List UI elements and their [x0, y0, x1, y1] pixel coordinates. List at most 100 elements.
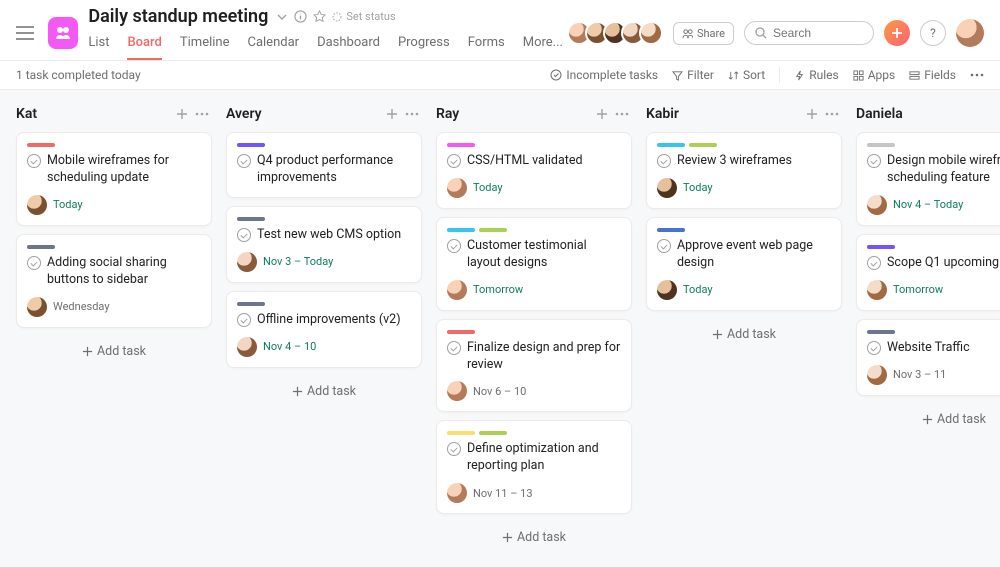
user-avatar[interactable]	[956, 19, 984, 47]
complete-checkbox[interactable]	[27, 256, 41, 270]
tag	[867, 245, 895, 249]
board: Kat Mobile wireframes for scheduling upd…	[0, 90, 1000, 567]
set-status-button[interactable]: Set status	[332, 10, 395, 23]
add-task-button[interactable]: Add task	[856, 404, 1000, 435]
complete-checkbox[interactable]	[867, 256, 881, 270]
task-card[interactable]: Mobile wireframes for scheduling update …	[16, 132, 212, 226]
task-card[interactable]: Customer testimonial layout designs Tomo…	[436, 217, 632, 311]
complete-checkbox[interactable]	[447, 341, 461, 355]
tag	[237, 302, 265, 306]
task-card[interactable]: Test new web CMS option Nov 3 – Today	[226, 206, 422, 283]
incomplete-tasks-filter[interactable]: Incomplete tasks	[550, 68, 658, 82]
share-button[interactable]: Share	[673, 22, 734, 45]
filter-icon	[672, 70, 683, 81]
task-card[interactable]: Scope Q1 upcoming work Tomorrow	[856, 234, 1000, 311]
task-card[interactable]: Design mobile wireframes scheduling feat…	[856, 132, 1000, 226]
complete-checkbox[interactable]	[657, 239, 671, 253]
task-card[interactable]: Define optimization and reporting plan N…	[436, 420, 632, 514]
column-more-button[interactable]	[822, 104, 842, 124]
task-card[interactable]: Q4 product performance improvements	[226, 132, 422, 198]
tab-list[interactable]: List	[88, 29, 109, 60]
complete-checkbox[interactable]	[237, 154, 251, 168]
column-title: Ray	[436, 106, 592, 122]
add-task-label: Add task	[937, 412, 986, 427]
complete-checkbox[interactable]	[867, 341, 881, 355]
add-task-button[interactable]: Add task	[436, 522, 632, 553]
tag	[447, 431, 475, 435]
card-tags	[447, 431, 621, 435]
complete-checkbox[interactable]	[447, 154, 461, 168]
tab-board[interactable]: Board	[127, 29, 161, 60]
complete-checkbox[interactable]	[867, 154, 881, 168]
add-task-label: Add task	[517, 530, 566, 545]
complete-checkbox[interactable]	[447, 442, 461, 456]
task-card[interactable]: Approve event web page design Today	[646, 217, 842, 311]
task-title: Adding social sharing buttons to sidebar	[47, 255, 201, 289]
info-icon[interactable]	[294, 10, 307, 23]
column-add-button[interactable]	[592, 104, 612, 124]
add-task-button[interactable]: Add task	[16, 336, 212, 367]
member-avatars[interactable]	[573, 21, 663, 45]
column-more-button[interactable]	[402, 104, 422, 124]
task-card[interactable]: Review 3 wireframes Today	[646, 132, 842, 209]
sort-button[interactable]: Sort	[728, 68, 765, 82]
card-tags	[447, 330, 621, 334]
complete-checkbox[interactable]	[657, 154, 671, 168]
task-title: Scope Q1 upcoming work	[887, 255, 1000, 272]
tab-more[interactable]: More...	[523, 29, 563, 60]
card-tags	[237, 143, 411, 147]
task-card[interactable]: Website Traffic Nov 3 – 11	[856, 319, 1000, 396]
project-title: Daily standup meeting	[88, 6, 268, 27]
bolt-icon	[794, 70, 805, 81]
apps-button[interactable]: Apps	[853, 68, 896, 82]
column-more-button[interactable]	[612, 104, 632, 124]
search-box[interactable]	[744, 21, 874, 45]
search-input[interactable]	[773, 26, 863, 40]
tab-timeline[interactable]: Timeline	[180, 29, 230, 60]
task-card[interactable]: Offline improvements (v2) Nov 4 – 10	[226, 291, 422, 368]
plus-icon	[806, 108, 818, 120]
hamburger-icon	[16, 26, 34, 40]
task-card[interactable]: Adding social sharing buttons to sidebar…	[16, 234, 212, 328]
column-more-button[interactable]	[192, 104, 212, 124]
tab-dashboard[interactable]: Dashboard	[317, 29, 380, 60]
column-add-button[interactable]	[172, 104, 192, 124]
complete-checkbox[interactable]	[237, 228, 251, 242]
main-menu-button[interactable]	[12, 19, 38, 47]
tab-progress[interactable]: Progress	[398, 29, 450, 60]
add-task-button[interactable]: Add task	[226, 376, 422, 407]
task-title: Test new web CMS option	[257, 227, 401, 244]
due-date: Nov 4 – 10	[263, 340, 316, 353]
rules-button[interactable]: Rules	[794, 68, 838, 82]
omni-add-button[interactable]	[884, 20, 910, 46]
filter-button[interactable]: Filter	[672, 68, 714, 82]
dots-icon	[825, 112, 839, 116]
tag	[447, 228, 475, 232]
assignee-avatar	[237, 337, 257, 357]
star-icon[interactable]	[313, 10, 326, 23]
task-title: CSS/HTML validated	[467, 153, 583, 170]
column-title: Avery	[226, 106, 382, 122]
complete-checkbox[interactable]	[447, 239, 461, 253]
add-task-button[interactable]: Add task	[646, 319, 842, 350]
fields-button[interactable]: Fields	[909, 68, 956, 82]
help-button[interactable]: ?	[920, 20, 946, 46]
task-title: Review 3 wireframes	[677, 153, 792, 170]
complete-checkbox[interactable]	[27, 154, 41, 168]
tag	[479, 431, 507, 435]
column: Ray CSS/HTML validated Today Customer te…	[436, 104, 632, 553]
complete-checkbox[interactable]	[237, 313, 251, 327]
chevron-down-icon[interactable]	[276, 11, 288, 23]
column-add-button[interactable]	[802, 104, 822, 124]
tab-forms[interactable]: Forms	[468, 29, 505, 60]
task-card[interactable]: Finalize design and prep for review Nov …	[436, 319, 632, 413]
tab-calendar[interactable]: Calendar	[247, 29, 299, 60]
more-toolbar-button[interactable]	[970, 73, 984, 77]
card-tags	[447, 143, 621, 147]
task-title: Mobile wireframes for scheduling update	[47, 153, 201, 187]
due-date: Nov 11 – 13	[473, 487, 533, 500]
completion-status: 1 task completed today	[16, 68, 536, 82]
column-add-button[interactable]	[382, 104, 402, 124]
assignee-avatar	[867, 365, 887, 385]
task-card[interactable]: CSS/HTML validated Today	[436, 132, 632, 209]
